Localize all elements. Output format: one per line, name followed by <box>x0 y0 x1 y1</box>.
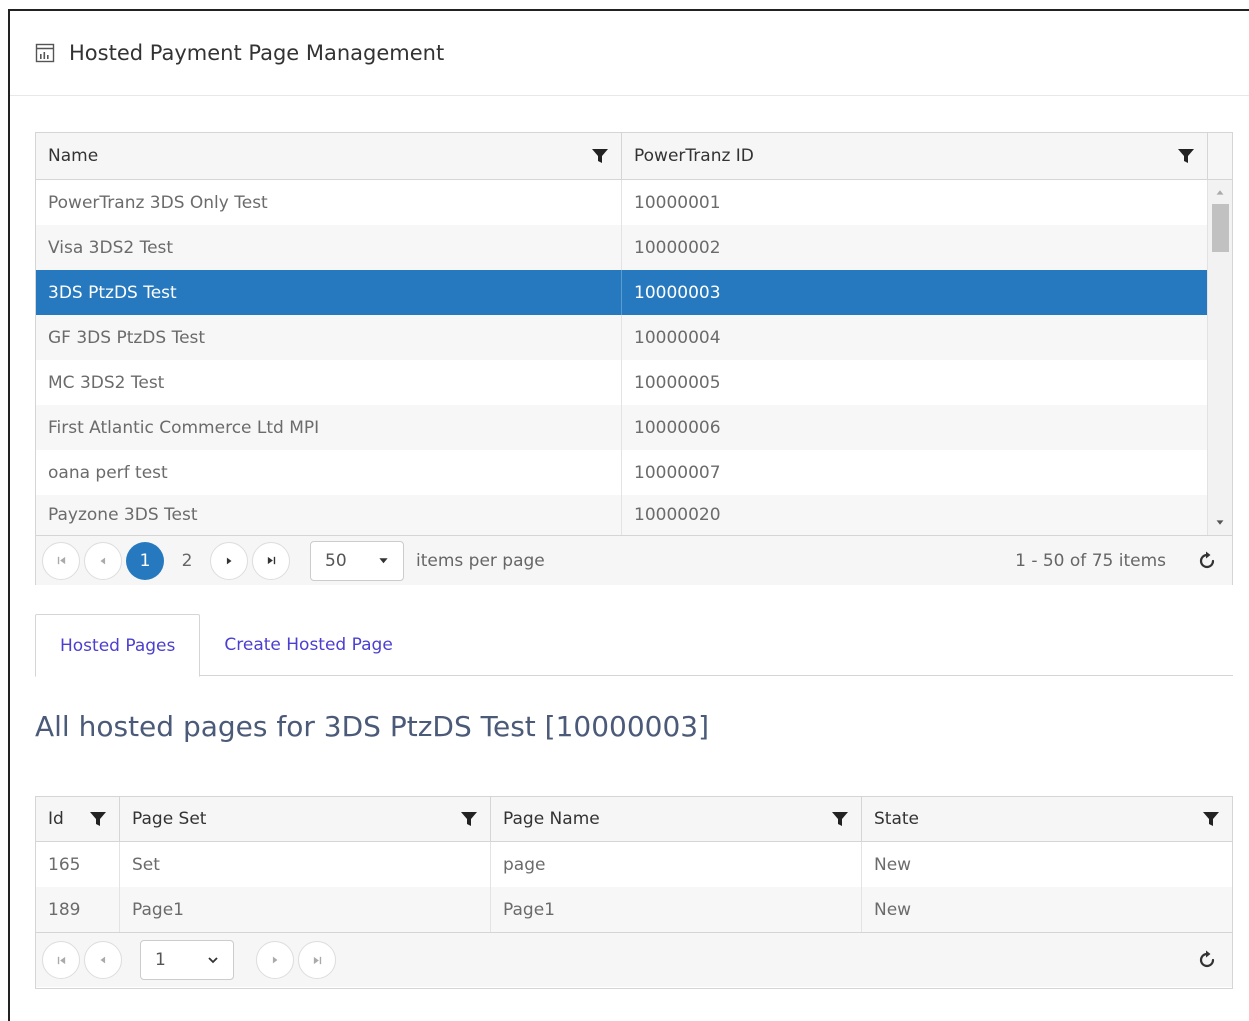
last-page-icon <box>313 956 321 964</box>
dropdown-triangle-icon <box>379 558 388 564</box>
scrollbar-thumb[interactable] <box>1212 204 1229 252</box>
cell-name: First Atlantic Commerce Ltd MPI <box>36 405 622 450</box>
cell-id: 10000006 <box>634 417 721 438</box>
page-size-select[interactable]: 50 <box>310 540 404 581</box>
cell-name: oana perf test <box>36 450 622 495</box>
page-number-value: 1 <box>155 950 166 970</box>
table-row[interactable]: oana perf test 10000007 <box>36 450 1208 495</box>
table-row[interactable]: PowerTranz 3DS Only Test 10000001 <box>36 180 1208 225</box>
filter-icon[interactable] <box>89 810 107 828</box>
tab-hosted-pages[interactable]: Hosted Pages <box>35 614 201 677</box>
merchants-grid-header: Name PowerTranz ID <box>36 133 1232 180</box>
table-row-selected[interactable]: 3DS PtzDS Test 10000003 <box>36 270 1208 315</box>
cell-name: Payzone 3DS Test <box>36 495 622 535</box>
cell-id: 165 <box>36 842 120 887</box>
cell-id: 10000004 <box>634 327 721 348</box>
cell-name: 3DS PtzDS Test <box>36 270 622 315</box>
column-header-id[interactable]: Id <box>36 797 120 841</box>
page-header: Hosted Payment Page Management <box>10 11 1249 96</box>
pager-info: 1 - 50 of 75 items <box>1015 550 1166 571</box>
first-page-button[interactable] <box>42 541 80 580</box>
table-row[interactable]: Visa 3DS2 Test 10000002 <box>36 225 1208 270</box>
filter-icon[interactable] <box>591 147 609 165</box>
first-page-icon <box>57 556 65 565</box>
last-page-button[interactable] <box>252 541 290 580</box>
cell-name: GF 3DS PtzDS Test <box>36 315 622 360</box>
hosted-pages-grid-body: 165 Set page New 189 Page1 Page1 New <box>36 842 1232 932</box>
header-scroll-spacer <box>1208 133 1232 179</box>
next-page-button[interactable] <box>256 941 294 979</box>
refresh-icon[interactable] <box>1196 949 1218 971</box>
tab-strip: Hosted Pages Create Hosted Page <box>35 614 1233 677</box>
next-page-button[interactable] <box>210 541 248 580</box>
hosted-pages-grid: Id Page Set Page Name State 165 Set page… <box>35 796 1233 989</box>
merchants-grid-body: PowerTranz 3DS Only Test 10000001 Visa 3… <box>36 180 1208 535</box>
table-row[interactable]: GF 3DS PtzDS Test 10000004 <box>36 315 1208 360</box>
vertical-scrollbar[interactable] <box>1207 180 1232 535</box>
table-row[interactable]: Payzone 3DS Test 10000020 <box>36 495 1208 535</box>
chevron-down-icon <box>208 957 218 964</box>
cell-id: 10000005 <box>634 372 721 393</box>
cell-state: New <box>874 899 912 920</box>
scroll-up-arrow-icon[interactable] <box>1208 186 1232 198</box>
column-header-state[interactable]: State <box>862 797 1232 841</box>
cell-id: 10000020 <box>634 505 721 525</box>
cell-page-set: Set <box>120 842 491 887</box>
cell-page-name: Page1 <box>491 887 862 932</box>
table-row[interactable]: 189 Page1 Page1 New <box>36 887 1232 932</box>
merchants-grid: Name PowerTranz ID PowerTranz 3DS Only T… <box>35 132 1233 585</box>
merchants-pager: 1 2 50 items per page 1 - 50 of 75 items <box>36 535 1232 585</box>
cell-name: Visa 3DS2 Test <box>36 225 622 270</box>
previous-page-icon <box>100 557 106 564</box>
column-header-page-set[interactable]: Page Set <box>120 797 491 841</box>
next-page-icon <box>272 956 278 964</box>
report-window-icon <box>35 43 55 63</box>
filter-icon[interactable] <box>831 810 849 828</box>
cell-state: New <box>874 854 912 875</box>
cell-page-name: page <box>491 842 862 887</box>
cell-id: 10000002 <box>634 237 721 258</box>
scroll-down-arrow-icon[interactable] <box>1208 517 1232 529</box>
previous-page-icon <box>100 956 106 964</box>
last-page-icon <box>267 556 275 565</box>
hosted-pages-grid-header: Id Page Set Page Name State <box>36 797 1232 842</box>
page-size-value: 50 <box>325 550 347 571</box>
tab-create-hosted-page[interactable]: Create Hosted Page <box>200 614 416 676</box>
cell-id: 10000007 <box>634 462 721 483</box>
cell-id: 10000001 <box>634 192 721 213</box>
column-header-name[interactable]: Name <box>36 133 622 179</box>
next-page-icon <box>226 557 232 564</box>
column-header-powertranz-id[interactable]: PowerTranz ID <box>622 133 1208 179</box>
cell-id: 10000003 <box>622 270 1208 315</box>
hosted-pages-pager: 1 <box>36 932 1232 987</box>
section-title: All hosted pages for 3DS PtzDS Test [100… <box>35 710 710 743</box>
filter-icon[interactable] <box>460 810 478 828</box>
previous-page-button[interactable] <box>84 541 122 580</box>
page-number-2[interactable]: 2 <box>168 542 206 580</box>
last-page-button[interactable] <box>298 941 336 979</box>
items-per-page-label: items per page <box>416 550 545 571</box>
page-number-1[interactable]: 1 <box>126 541 164 580</box>
column-header-page-name[interactable]: Page Name <box>491 797 862 841</box>
table-row[interactable]: 165 Set page New <box>36 842 1232 887</box>
cell-id: 189 <box>36 887 120 932</box>
table-row[interactable]: MC 3DS2 Test 10000005 <box>36 360 1208 405</box>
refresh-icon[interactable] <box>1196 550 1218 572</box>
table-row[interactable]: First Atlantic Commerce Ltd MPI 10000006 <box>36 405 1208 450</box>
previous-page-button[interactable] <box>84 941 122 979</box>
page-number-select[interactable]: 1 <box>140 940 234 980</box>
first-page-icon <box>57 956 65 964</box>
filter-icon[interactable] <box>1202 810 1220 828</box>
first-page-button[interactable] <box>42 941 80 979</box>
filter-icon[interactable] <box>1177 147 1195 165</box>
cell-page-set: Page1 <box>120 887 491 932</box>
cell-name: MC 3DS2 Test <box>36 360 622 405</box>
cell-name: PowerTranz 3DS Only Test <box>36 180 622 225</box>
page-title: Hosted Payment Page Management <box>69 41 445 65</box>
